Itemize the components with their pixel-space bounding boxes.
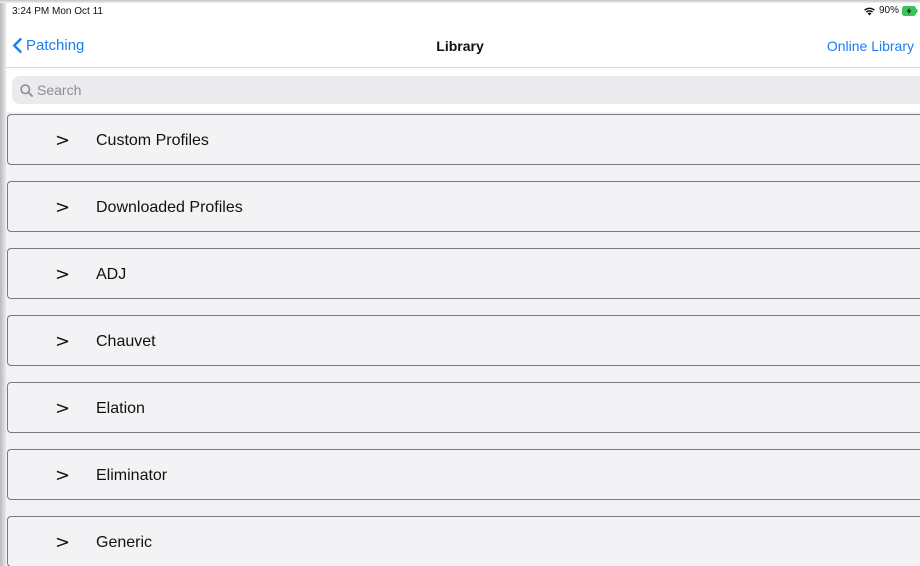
battery-charging-icon	[902, 5, 918, 16]
expand-chevron-icon: >	[55, 331, 71, 352]
navigation-bar: Patching Library Online Library	[0, 20, 920, 68]
list-item-label: ADJ	[96, 266, 127, 283]
list-item-label: Custom Profiles	[96, 132, 209, 149]
library-list: > Custom Profiles > Downloaded Profiles …	[7, 114, 920, 566]
expand-chevron-icon: >	[55, 130, 71, 151]
expand-chevron-icon: >	[55, 465, 71, 486]
battery-percent: 90%	[878, 5, 899, 16]
list-item-chauvet[interactable]: > Chauvet	[7, 315, 920, 366]
list-item-elation[interactable]: > Elation	[7, 382, 920, 433]
status-time: 3:24 PM Mon Oct 11	[12, 6, 103, 17]
search-icon	[20, 83, 33, 97]
list-item-label: Eliminator	[96, 467, 168, 484]
expand-chevron-icon: >	[55, 197, 71, 218]
list-item-custom-profiles[interactable]: > Custom Profiles	[7, 114, 920, 165]
search-input[interactable]	[37, 78, 920, 102]
list-item-generic[interactable]: > Generic	[7, 516, 920, 566]
list-item-label: Generic	[96, 534, 153, 551]
list-item-label: Downloaded Profiles	[96, 199, 243, 216]
status-bar: 3:24 PM Mon Oct 11 90%	[0, 0, 920, 20]
list-item-label: Elation	[96, 400, 145, 417]
search-field[interactable]	[12, 76, 920, 104]
expand-chevron-icon: >	[55, 398, 71, 419]
expand-chevron-icon: >	[55, 264, 71, 285]
list-item-downloaded-profiles[interactable]: > Downloaded Profiles	[7, 181, 920, 232]
status-indicators: 90%	[863, 5, 918, 16]
search-bar	[0, 68, 920, 112]
online-library-button[interactable]: Online Library	[827, 38, 914, 54]
list-item-adj[interactable]: > ADJ	[7, 248, 920, 299]
app-window: 3:24 PM Mon Oct 11 90% Patching Library …	[0, 0, 920, 566]
list-item-label: Chauvet	[96, 333, 156, 350]
list-item-eliminator[interactable]: > Eliminator	[7, 449, 920, 500]
wifi-icon	[864, 7, 875, 15]
expand-chevron-icon: >	[55, 532, 71, 553]
page-title: Library	[436, 38, 484, 54]
